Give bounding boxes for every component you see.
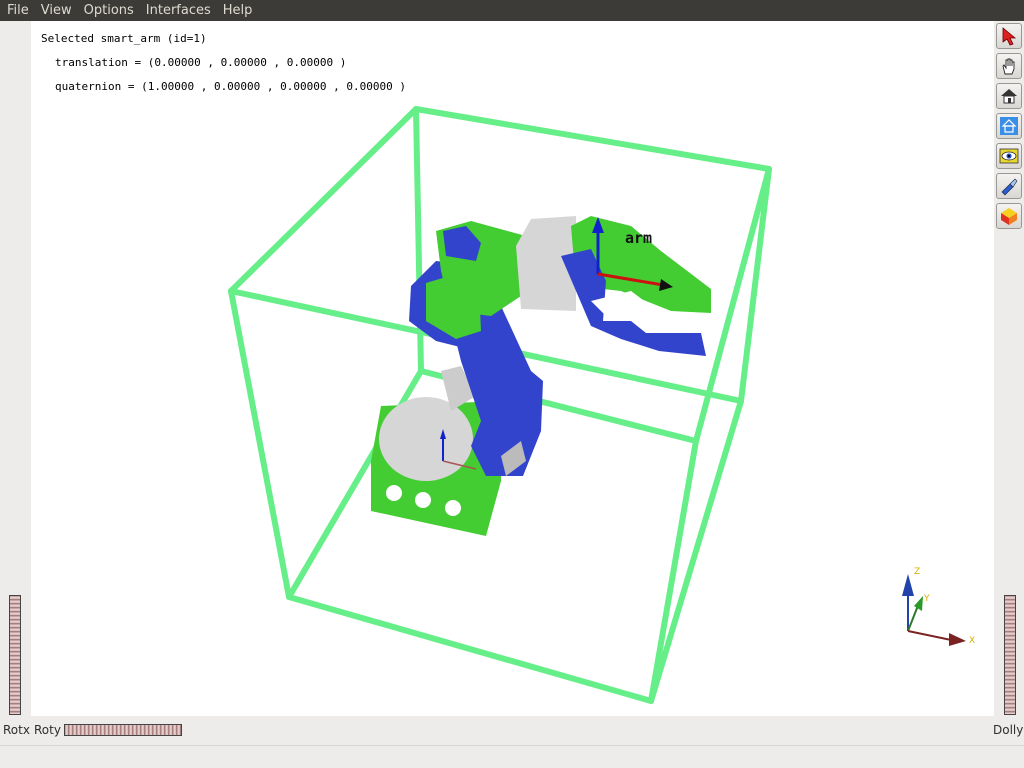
rotx-label: Rotx	[3, 723, 30, 737]
set-home-button[interactable]	[996, 113, 1022, 139]
axis-z-label: Z	[914, 567, 920, 577]
home-button[interactable]	[996, 83, 1022, 109]
dolly-label: Dolly	[993, 723, 1024, 737]
selected-info: Selected smart_arm (id=1)	[41, 32, 207, 45]
projection-cube-icon	[1001, 208, 1017, 225]
home-icon	[1001, 89, 1017, 104]
menu-options[interactable]: Options	[78, 0, 140, 21]
seek-flashlight-icon	[1001, 178, 1018, 196]
menu-help[interactable]: Help	[217, 0, 259, 21]
view-mode-button[interactable]	[996, 53, 1022, 79]
axis-x-label: X	[969, 636, 975, 646]
menu-view[interactable]: View	[35, 0, 78, 21]
set-home-icon	[1000, 117, 1018, 135]
seek-button[interactable]	[996, 173, 1022, 199]
dolly-wheel[interactable]	[1004, 595, 1016, 715]
arm-label: arm	[625, 229, 652, 247]
quaternion-info: quaternion = (1.00000 , 0.00000 , 0.0000…	[55, 80, 406, 93]
roty-label: Roty	[34, 723, 61, 737]
scene-canvas: arm Z Y X	[228, 106, 975, 704]
axis-y-label: Y	[923, 594, 930, 604]
hand-view-icon	[1002, 58, 1015, 75]
orientation-triad: Z Y X	[902, 567, 975, 646]
roty-wheel[interactable]	[64, 724, 182, 736]
status-bar	[0, 745, 1024, 768]
view-all-button[interactable]	[996, 143, 1022, 169]
pick-mode-button[interactable]	[996, 23, 1022, 49]
projection-button[interactable]	[996, 203, 1022, 229]
menu-interfaces[interactable]: Interfaces	[140, 0, 217, 21]
menubar: File View Options Interfaces Help	[0, 0, 1024, 21]
view-all-eye-icon	[999, 148, 1019, 164]
rotx-wheel[interactable]	[9, 595, 21, 715]
menu-file[interactable]: File	[0, 0, 35, 21]
pick-arrow-icon	[1002, 27, 1017, 46]
3d-viewport[interactable]: arm Z Y X Selected smart_arm (id=1) tran…	[31, 21, 994, 716]
translation-info: translation = (0.00000 , 0.00000 , 0.000…	[55, 56, 347, 69]
